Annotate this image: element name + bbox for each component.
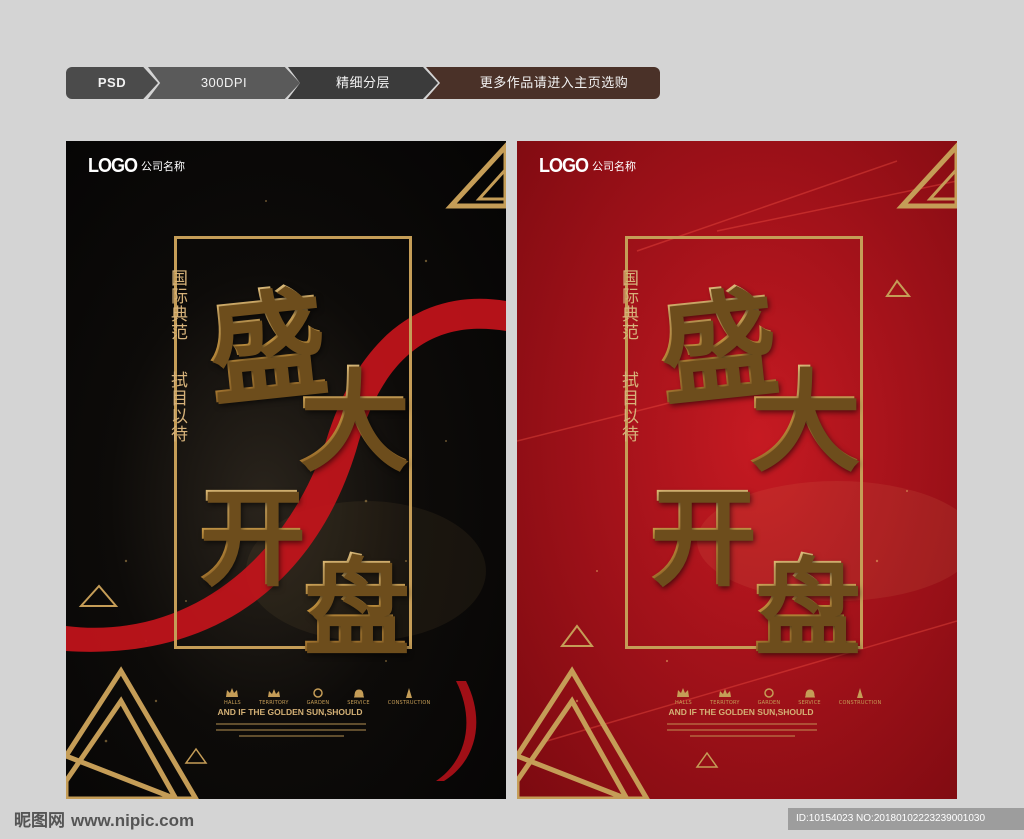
small-text-lines	[667, 723, 817, 737]
side-slogan-2: 拭目以待	[618, 371, 638, 443]
breadcrumb: 更多作品请进入主页选购 精细分层 300DPI PSD	[66, 67, 660, 99]
title-char-2: 大	[749, 331, 859, 491]
title-char-3: 开	[649, 451, 755, 605]
bell-icon	[804, 689, 815, 698]
feature-service: SERVICE	[347, 687, 370, 706]
site-watermark: 昵图网 www.nipic.com	[14, 806, 194, 831]
tagline: AND IF THE GOLDEN SUN,SHOULD	[668, 707, 814, 717]
feature-icons: HALLS TERRITORY GARDEN SERVICE CONSTRUCT…	[224, 687, 430, 706]
feature-service: SERVICE	[798, 687, 821, 706]
tagline: AND IF THE GOLDEN SUN,SHOULD	[217, 707, 363, 717]
tower-icon	[857, 688, 864, 698]
breadcrumb-more-works[interactable]: 更多作品请进入主页选购	[426, 67, 660, 99]
site-brand: 昵图网	[14, 811, 65, 831]
crown-icon	[267, 689, 280, 697]
side-slogan-1: 国际典范	[167, 269, 187, 341]
logo-mark: LOGO	[539, 153, 589, 177]
poster-red: LOGO 公司名称 国际典范 拭目以待 盛 大 开 盘 HALLS TERRIT…	[517, 141, 957, 799]
company-name: 公司名称	[592, 159, 636, 173]
feature-garden: GARDEN	[758, 687, 781, 706]
feature-territory: TERRITORY	[710, 687, 740, 706]
title-char-4: 盘	[302, 521, 408, 675]
title-char-3: 开	[198, 451, 304, 605]
breadcrumb-dpi[interactable]: 300DPI	[148, 67, 300, 99]
logo-mark: LOGO	[88, 153, 138, 177]
breadcrumb-layers[interactable]: 精细分层	[288, 67, 438, 99]
circle-icon	[764, 688, 774, 698]
crown-icon	[718, 689, 731, 697]
bell-icon	[353, 689, 364, 698]
feature-icons: HALLS TERRITORY GARDEN SERVICE CONSTRUCT…	[675, 687, 881, 706]
site-url[interactable]: www.nipic.com	[71, 811, 194, 831]
tower-icon	[406, 688, 413, 698]
feature-halls: HALLS	[675, 687, 692, 706]
company-logo: LOGO 公司名称	[88, 153, 185, 177]
side-slogan-2: 拭目以待	[167, 371, 187, 443]
feature-construction: CONSTRUCTION	[388, 687, 431, 706]
feature-halls: HALLS	[224, 687, 241, 706]
circle-icon	[313, 688, 323, 698]
image-id-badge: ID:10154023 NO:20180102223239001030	[788, 808, 1024, 830]
title-char-2: 大	[298, 331, 408, 491]
company-logo: LOGO 公司名称	[539, 153, 636, 177]
feature-construction: CONSTRUCTION	[839, 687, 882, 706]
title-char-4: 盘	[753, 521, 859, 675]
feature-territory: TERRITORY	[259, 687, 289, 706]
poster-black: LOGO 公司名称 国际典范 拭目以待 盛 大 开 盘 HALLS TERRIT…	[66, 141, 506, 799]
side-slogan-1: 国际典范	[618, 269, 638, 341]
feature-garden: GARDEN	[307, 687, 330, 706]
company-name: 公司名称	[141, 159, 185, 173]
crown-icon	[226, 688, 239, 697]
crown-icon	[677, 688, 690, 697]
small-text-lines	[216, 723, 366, 737]
breadcrumb-format[interactable]: PSD	[66, 67, 158, 99]
